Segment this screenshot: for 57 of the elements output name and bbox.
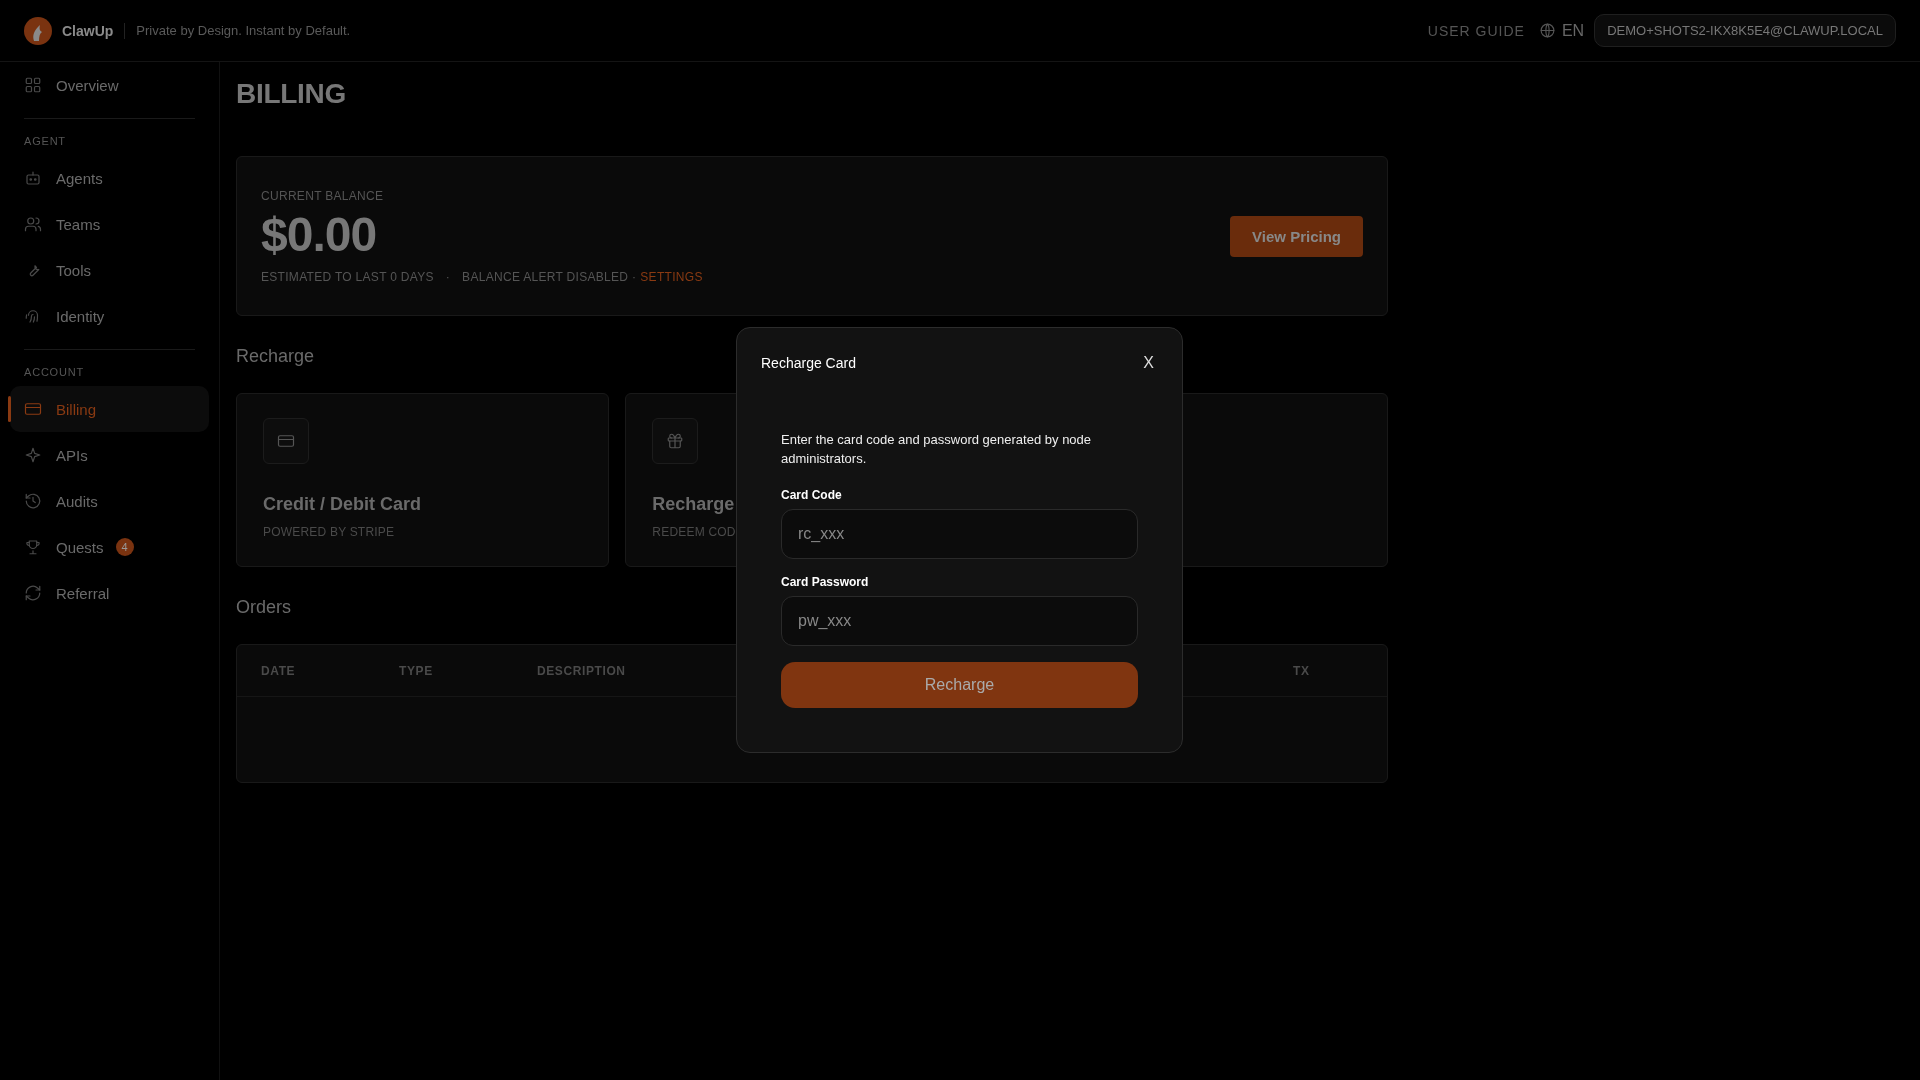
sidebar-item[interactable]: Agents (10, 155, 209, 201)
sidebar-item[interactable]: APIs (10, 432, 209, 478)
card-title: Recharge (652, 494, 735, 515)
grid-icon (24, 76, 42, 94)
logo-icon (24, 16, 52, 45)
column-header: DESCRIPTION (537, 663, 627, 678)
close-button[interactable]: X (1139, 352, 1158, 374)
recharge-button[interactable]: Recharge (781, 662, 1138, 708)
view-pricing-button[interactable]: View Pricing (1230, 215, 1363, 257)
sidebar-item[interactable]: Audits (10, 478, 209, 524)
column-header: DATE (261, 663, 297, 678)
separator-dot: · (445, 269, 451, 284)
page-title: BILLING (236, 77, 347, 111)
sidebar-item[interactable]: Billing (10, 386, 209, 432)
sidebar-item[interactable]: Identity (10, 293, 209, 339)
card-title: Credit / Debit Card (263, 494, 422, 515)
refresh-icon (24, 584, 42, 602)
sidebar-item[interactable]: Teams (10, 201, 209, 247)
user-guide-link[interactable]: USER GUIDE (1427, 22, 1525, 39)
card-subtitle: REDEEM COD (652, 525, 736, 539)
column-header: TX (1293, 663, 1311, 678)
field-label: Card Password (781, 575, 870, 589)
field-label: Card Code (781, 488, 843, 502)
section-heading: Recharge (236, 346, 315, 367)
sidebar-item[interactable]: Quests 4 (10, 524, 209, 570)
tagline: Private by Design. Instant by Default. (136, 23, 351, 38)
section-label: AGENT (23, 134, 67, 149)
count-badge: 4 (115, 538, 134, 556)
sparkle-icon (24, 446, 42, 464)
sidebar-item[interactable]: Overview (10, 62, 209, 108)
globe-icon[interactable] (1538, 22, 1556, 39)
section-label: ACCOUNT (23, 365, 85, 380)
column-header: TYPE (399, 663, 434, 678)
gift-icon (666, 432, 685, 450)
dialog-title: Recharge Card (761, 355, 856, 371)
balance-amount: $0.00 (261, 206, 378, 262)
brand-name[interactable]: ClawUp (62, 22, 126, 39)
credit-card-icon (24, 400, 42, 418)
dialog-description: Enter the card code and password generated by node administrators. (781, 431, 1093, 468)
payment-option-card[interactable]: Credit / Debit Card POWERED BY STRIPE (236, 393, 610, 567)
credit-card-icon (277, 432, 295, 450)
section-heading: Orders (236, 597, 291, 618)
people-icon (24, 215, 42, 233)
history-icon (24, 492, 42, 510)
input-field[interactable]: pw_xxx (781, 596, 1138, 646)
card-subtitle: POWERED BY STRIPE (263, 525, 395, 539)
settings-link[interactable]: SETTINGS (640, 269, 703, 284)
language-selector[interactable]: EN (1561, 21, 1585, 40)
sidebar-item[interactable]: Tools (10, 247, 209, 293)
balance-label: CURRENT BALANCE (261, 188, 385, 203)
account-button[interactable]: DEMO+SHOTS2-IKX8K5E4@CLAWUP.LOCAL (1594, 14, 1896, 47)
input-field[interactable]: rc_xxx (781, 509, 1138, 559)
trophy-icon (24, 538, 42, 556)
balance-estimate: ESTIMATED TO LAST 0 DAYS (261, 269, 434, 284)
robot-icon (24, 169, 42, 187)
balance-alert-status: BALANCE ALERT DISABLED · (462, 269, 637, 284)
sidebar-item[interactable]: Referral (10, 570, 209, 616)
